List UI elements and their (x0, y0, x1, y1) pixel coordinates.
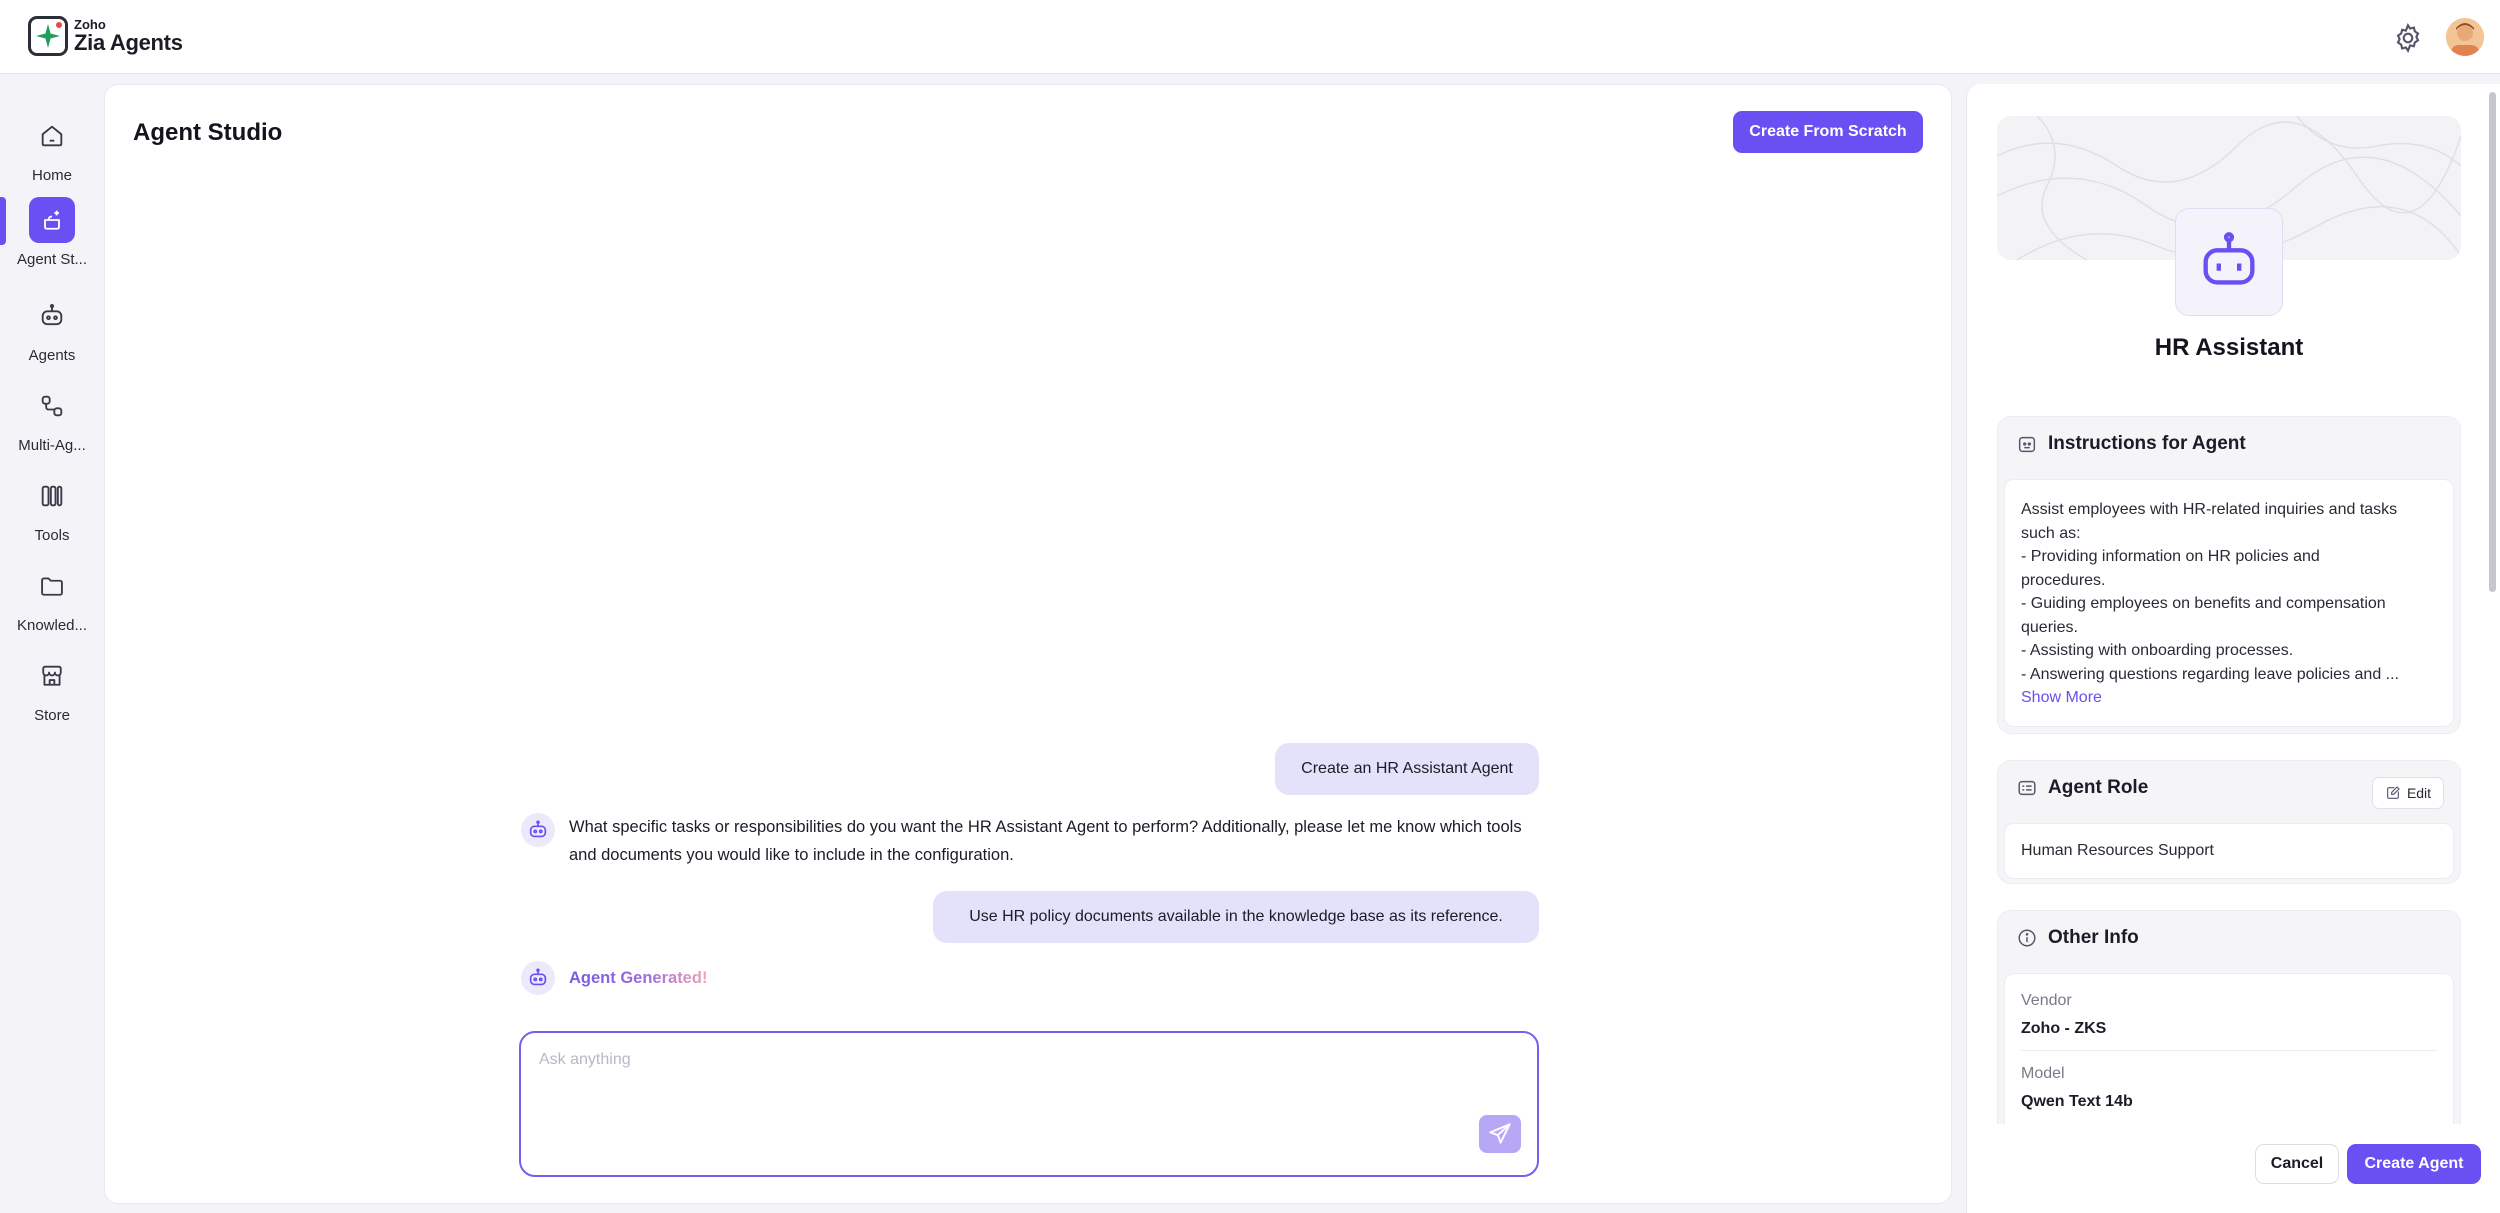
info-icon (2018, 929, 2036, 947)
instruction-line: - Assisting with onboarding processes. (2021, 642, 2294, 659)
create-from-scratch-button[interactable]: Create From Scratch (1733, 111, 1923, 153)
divider (2021, 1050, 2437, 1051)
scrollbar-thumb[interactable] (2489, 92, 2496, 592)
settings-gear-icon[interactable] (2392, 22, 2424, 54)
nav-item-store[interactable]: Store (0, 653, 104, 724)
nav-label-agents: Agents (28, 347, 76, 364)
page-title: Agent Studio (133, 119, 283, 146)
instruction-line: - Guiding employees on benefits and comp… (2021, 595, 2386, 612)
model-label: Model (2021, 1065, 2065, 1082)
cancel-button[interactable]: Cancel (2255, 1144, 2339, 1184)
brand-name: Zia Agents (74, 30, 183, 55)
nav-label-home: Home (31, 167, 72, 184)
agent-robot-icon (2175, 208, 2283, 316)
other-info-card: Other Info Vendor Zoho - ZKS Model Qwen … (1997, 910, 2461, 1124)
edit-icon (2387, 786, 2400, 799)
nav-item-home[interactable]: Home (0, 113, 104, 184)
instruction-line: such as: (2021, 524, 2081, 542)
vendor-value: Zoho - ZKS (2021, 1020, 2107, 1037)
robot-icon (29, 293, 75, 339)
agent-studio-icon (29, 197, 75, 243)
instructions-card: Instructions for Agent Assist employees … (1997, 416, 2461, 734)
bot-avatar-icon (521, 813, 555, 847)
other-info-body: Vendor Zoho - ZKS Model Qwen Text 14b (2004, 973, 2454, 1124)
nav-label-store: Store (34, 707, 70, 724)
create-agent-button[interactable]: Create Agent (2347, 1144, 2481, 1184)
user-message: Create an HR Assistant Agent (1275, 743, 1539, 795)
zia-agents-logo[interactable]: Zoho Zia Agents (28, 16, 183, 56)
other-info-title: Other Info (2048, 927, 2139, 948)
agent-role-card: Agent Role Edit Human Resources Support (1997, 760, 2461, 884)
nav-label-agent-studio: Agent St... (16, 251, 88, 268)
left-navigation: Home Agent St... Agents Multi-Ag... Tool… (0, 75, 104, 1213)
bot-avatar-icon (521, 961, 555, 995)
model-value: Qwen Text 14b (2021, 1093, 2133, 1110)
nav-label-knowledge: Knowled... (16, 617, 88, 634)
top-bar: Zoho Zia Agents (0, 0, 2500, 74)
tools-icon (29, 473, 75, 519)
store-icon (29, 653, 75, 699)
user-avatar[interactable] (2446, 18, 2484, 56)
agent-preview-panel: HR Assistant Instructions for Agent Assi… (1966, 84, 2500, 1213)
workflow-icon (29, 383, 75, 429)
edit-role-button[interactable]: Edit (2372, 777, 2444, 809)
bot-message: Agent Generated! (521, 961, 707, 995)
chat-composer (519, 1031, 1539, 1177)
ask-anything-input[interactable] (539, 1051, 1439, 1111)
nav-label-tools: Tools (34, 527, 70, 544)
send-icon (1489, 1123, 1511, 1144)
nav-item-multi-agent[interactable]: Multi-Ag... (0, 383, 104, 454)
user-message: Use HR policy documents available in the… (933, 891, 1539, 943)
agent-role-value: Human Resources Support (2004, 823, 2454, 879)
vendor-label: Vendor (2021, 992, 2072, 1009)
bot-message-text: What specific tasks or responsibilities … (569, 818, 1522, 864)
send-button[interactable] (1479, 1115, 1521, 1153)
agent-generated-status: Agent Generated! (569, 968, 708, 987)
instructions-body: Assist employees with HR-related inquiri… (2004, 479, 2454, 727)
agent-preview-scroll-area[interactable]: HR Assistant Instructions for Agent Assi… (1967, 84, 2487, 1124)
zia-sparkle-icon (28, 16, 68, 56)
nav-item-agents[interactable]: Agents (0, 293, 104, 364)
folder-icon (29, 563, 75, 609)
role-icon (2018, 780, 2036, 796)
instruction-line: procedures. (2021, 571, 2106, 589)
edit-label: Edit (2406, 785, 2432, 801)
scrollbar[interactable] (2487, 88, 2497, 1118)
instruction-line: queries. (2021, 618, 2078, 636)
show-more-link[interactable]: Show More (2021, 689, 2437, 707)
agent-role-title: Agent Role (2048, 777, 2149, 798)
nav-label-multi-agent: Multi-Ag... (18, 437, 86, 454)
agent-studio-panel: Agent Studio Create From Scratch Create … (104, 84, 1952, 1204)
instruction-line: - Answering questions regarding leave po… (2021, 665, 2399, 683)
nav-item-tools[interactable]: Tools (0, 473, 104, 544)
instructions-icon (2018, 436, 2036, 453)
agent-name: HR Assistant (2154, 334, 2304, 361)
instruction-line: Assist employees with HR-related inquiri… (2021, 501, 2398, 518)
nav-item-agent-studio[interactable]: Agent St... (0, 197, 104, 268)
bot-message: What specific tasks or responsibilities … (521, 813, 1529, 869)
nav-item-knowledge[interactable]: Knowled... (0, 563, 104, 634)
panel-footer: Cancel Create Agent (1967, 1124, 2500, 1213)
home-icon (29, 113, 75, 159)
instructions-title: Instructions for Agent (2048, 433, 2246, 454)
instruction-line: - Providing information on HR policies a… (2021, 548, 2320, 565)
